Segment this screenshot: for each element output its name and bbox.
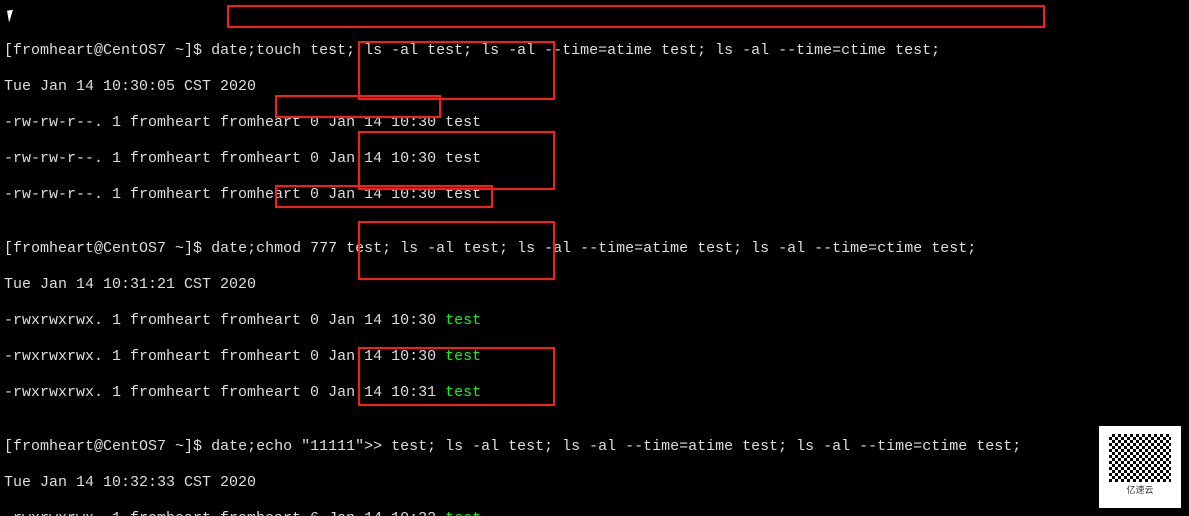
ls-row: -rwxrwxrwx. 1 fromheart fromheart 0 Jan … [4, 348, 1185, 366]
terminal[interactable]: [fromheart@CentOS7 ~]$ date;touch test; … [0, 0, 1189, 516]
command-2b: chmod 777 test; [256, 240, 391, 257]
command-3b: echo "11111">> test; [256, 438, 436, 455]
perm: -rwxrwxrwx. 1 fromheart fromheart 0 [4, 312, 328, 329]
filename: test [445, 384, 481, 401]
perm: -rwxrwxrwx. 1 fromheart fromheart 6 [4, 510, 328, 516]
filename: test [445, 150, 481, 167]
filename: test [445, 312, 481, 329]
time: Jan 14 10:30 [328, 186, 445, 203]
date-output-2: Tue Jan 14 10:31:21 CST 2020 [4, 276, 1185, 294]
prompt-line-2: [fromheart@CentOS7 ~]$ date;chmod 777 te… [4, 240, 1185, 258]
command-3a: date; [211, 438, 256, 455]
bracket: [ [4, 438, 13, 455]
user-host: fromheart@CentOS7 ~ [13, 240, 184, 257]
prompt-line-1: [fromheart@CentOS7 ~]$ date;touch test; … [4, 42, 1185, 60]
highlight-box [227, 5, 1045, 28]
qr-code: 亿速云 [1099, 426, 1181, 508]
ls-row: -rw-rw-r--. 1 fromheart fromheart 0 Jan … [4, 186, 1185, 204]
time: Jan 14 10:30 [328, 114, 445, 131]
perm: -rw-rw-r--. 1 fromheart fromheart 0 [4, 114, 328, 131]
date-output-3: Tue Jan 14 10:32:33 CST 2020 [4, 474, 1185, 492]
perm: -rwxrwxrwx. 1 fromheart fromheart 0 [4, 348, 328, 365]
qr-label: 亿速云 [1126, 482, 1153, 500]
bracket-close: ]$ [184, 438, 211, 455]
time: Jan 14 10:30 [328, 312, 445, 329]
user-host: fromheart@CentOS7 ~ [13, 42, 184, 59]
time: Jan 14 10:32 [328, 510, 445, 516]
command-3c: ls -al test; ls -al --time=atime test; l… [436, 438, 1021, 455]
time: Jan 14 10:30 [328, 150, 445, 167]
perm: -rw-rw-r--. 1 fromheart fromheart 0 [4, 150, 328, 167]
bracket-close: ]$ [184, 240, 211, 257]
date-output-1: Tue Jan 14 10:30:05 CST 2020 [4, 78, 1185, 96]
user-host: fromheart@CentOS7 ~ [13, 438, 184, 455]
command-2c: ls -al test; ls -al --time=atime test; l… [391, 240, 976, 257]
filename: test [445, 348, 481, 365]
ls-row: -rwxrwxrwx. 1 fromheart fromheart 0 Jan … [4, 384, 1185, 402]
filename: test [445, 186, 481, 203]
bracket: [ [4, 240, 13, 257]
bracket: [ [4, 42, 13, 59]
filename: test [445, 510, 481, 516]
perm: -rw-rw-r--. 1 fromheart fromheart 0 [4, 186, 328, 203]
ls-row: -rwxrwxrwx. 1 fromheart fromheart 0 Jan … [4, 312, 1185, 330]
bracket-close: ]$ [184, 42, 211, 59]
perm: -rwxrwxrwx. 1 fromheart fromheart 0 [4, 384, 328, 401]
prompt-line-3: [fromheart@CentOS7 ~]$ date;echo "11111"… [4, 438, 1185, 456]
filename: test [445, 114, 481, 131]
ls-row: -rwxrwxrwx. 1 fromheart fromheart 6 Jan … [4, 510, 1185, 516]
time: Jan 14 10:30 [328, 348, 445, 365]
ls-row: -rw-rw-r--. 1 fromheart fromheart 0 Jan … [4, 114, 1185, 132]
command-1: date;touch test; ls -al test; ls -al --t… [211, 42, 940, 59]
qr-grid-icon [1109, 434, 1171, 482]
ls-row: -rw-rw-r--. 1 fromheart fromheart 0 Jan … [4, 150, 1185, 168]
time: Jan 14 10:31 [328, 384, 445, 401]
command-2a: date; [211, 240, 256, 257]
